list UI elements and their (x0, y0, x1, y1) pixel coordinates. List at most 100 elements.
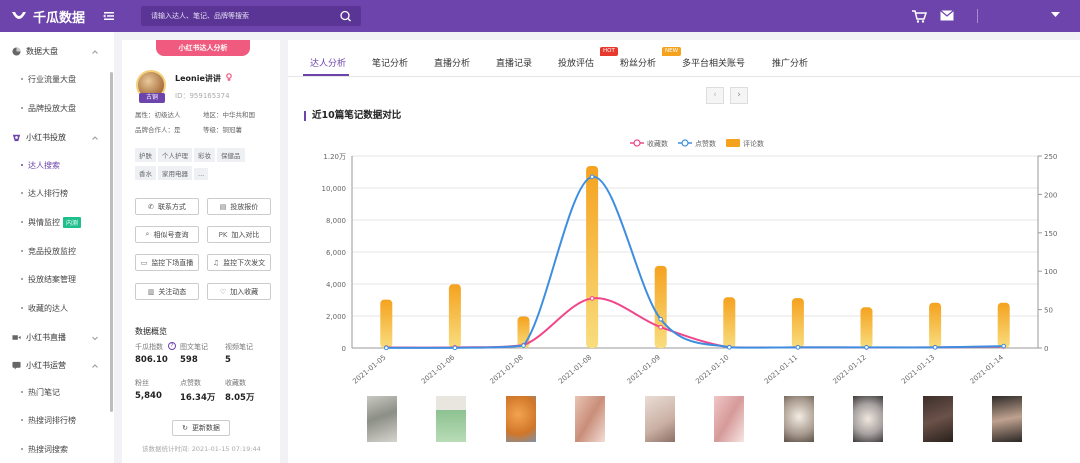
chevron-down-icon[interactable] (92, 335, 98, 341)
y-left-tick-label: 10,000 (322, 185, 347, 193)
x-tick-label: 2021-01-08 (557, 353, 593, 385)
sidebar-item-hot-keyword-search[interactable]: 热搜词搜索 (21, 444, 68, 455)
tab-live-records[interactable]: 直播记录 (496, 56, 532, 69)
sidebar-group-xhs-placement[interactable]: 小红书投放 (12, 132, 66, 143)
mail-icon[interactable] (940, 10, 954, 21)
tag-label: 小红书达人分析 (178, 44, 228, 52)
button-label: 加入对比 (231, 230, 260, 239)
tab-multi-platform[interactable]: 多平台相关账号 (682, 56, 745, 69)
y-right-tick-label: 0 (1044, 345, 1048, 353)
talent-attr: 属性：初级达人 (135, 111, 181, 119)
app-logo[interactable]: 千瓜数据 (10, 7, 85, 26)
line-point (384, 345, 389, 351)
sidebar-item-brand-placement[interactable]: 品牌投放大盘 (21, 103, 76, 114)
button-label: 加入收藏 (230, 287, 259, 296)
sidebar-item-industry-traffic[interactable]: 行业流量大盘 (21, 74, 76, 85)
logo-icon (12, 11, 26, 19)
add-favorite-button[interactable]: ♡ 加入收藏 (207, 283, 271, 300)
chat-icon (12, 361, 21, 370)
sidebar-item-talent-ranking[interactable]: 达人排行榜 (21, 188, 68, 199)
sidebar-item-hot-keyword-ranking[interactable]: 热搜词排行榜 (21, 415, 76, 426)
help-icon[interactable]: ? (168, 342, 176, 350)
bar-comments (997, 302, 1010, 348)
tab-promotion-analysis[interactable]: 推广分析 (772, 56, 808, 69)
global-search[interactable]: 请输入达人、笔记、品牌等搜索 (141, 6, 361, 26)
more-tags[interactable]: ... (194, 168, 209, 180)
search-input[interactable]: 请输入达人、笔记、品牌等搜索 (151, 11, 249, 21)
sidebar-item-competitor-monitor[interactable]: 竞品投放监控 (21, 246, 76, 257)
note-thumbnail[interactable] (645, 396, 675, 442)
similar-search-button[interactable]: ⌕ 相似号查询 (135, 226, 199, 243)
note-thumbnail[interactable] (714, 396, 744, 442)
chevron-up-icon[interactable] (92, 135, 98, 141)
monitor-post-button[interactable]: ♫ 监控下次发文 (207, 254, 271, 271)
stat-collects: 8.05万 (225, 393, 255, 403)
chevron-up-icon[interactable] (92, 363, 98, 369)
section-title: 近10篇笔记数据对比 (304, 111, 401, 121)
line-likes (386, 175, 1004, 349)
tab-talent-analysis[interactable]: 达人分析 (310, 56, 346, 69)
y-left-tick-label: 1.20万 (323, 153, 346, 161)
line-point (864, 345, 869, 350)
chevron-right-icon: › (737, 90, 741, 100)
y-right-tick-label: 150 (1044, 230, 1057, 238)
user-menu-chevron-icon[interactable] (1051, 12, 1060, 18)
tab-live-analysis[interactable]: 直播分析 (434, 56, 470, 69)
follow-activity-button[interactable]: ▥ 关注动态 (135, 283, 199, 300)
prev-page-button[interactable]: ‹ (706, 87, 724, 104)
note-thumbnail[interactable] (575, 396, 605, 442)
button-label: 更新数据 (191, 424, 220, 432)
monitor-live-button[interactable]: ▭ 监控下场直播 (135, 254, 199, 271)
chevron-up-icon[interactable] (92, 49, 98, 55)
note-thumbnail[interactable] (992, 396, 1022, 442)
bar-comments (380, 299, 393, 348)
add-compare-button[interactable]: PK 加入对比 (207, 226, 271, 243)
sidebar-group-label: 小红书直播 (26, 333, 66, 342)
video-icon: ▭ (140, 258, 148, 267)
note-thumbnail[interactable] (923, 396, 953, 442)
x-tick-label: 2021-01-13 (900, 353, 936, 385)
bar-comments (860, 307, 873, 348)
refresh-icon: ↻ (182, 424, 188, 432)
stat-label: 粉丝 (135, 379, 149, 387)
next-page-button[interactable]: › (730, 87, 748, 104)
note-thumbnail[interactable] (367, 396, 397, 442)
bar-comments (586, 165, 599, 348)
stat-label: 视频笔记 (225, 343, 253, 351)
chevron-left-icon: ‹ (713, 90, 717, 100)
phone-icon: ✆ (148, 202, 154, 211)
tab-placement-eval[interactable]: 投放评估 (558, 56, 594, 69)
sidebar-item-talent-search[interactable]: 达人搜索 (21, 160, 60, 171)
sidebar-group-label: 数据大盘 (26, 47, 58, 56)
sidebar-group-dashboard[interactable]: 数据大盘 (12, 46, 58, 57)
cart-icon[interactable] (911, 9, 927, 23)
note-thumbnail[interactable] (853, 396, 883, 442)
contact-button[interactable]: ✆ 联系方式 (135, 198, 199, 215)
sidebar-item-sentiment-monitor[interactable]: 舆情监控 内测 (20, 217, 82, 228)
y-right-tick-label: 50 (1044, 307, 1053, 315)
sidebar-group-xhs-live[interactable]: 小红书直播 (12, 332, 66, 343)
heart-icon: ♡ (219, 287, 227, 296)
note-thumbnail[interactable] (436, 396, 466, 442)
note-thumbnail[interactable] (506, 396, 536, 442)
refresh-data-button[interactable]: ↻ 更新数据 (172, 420, 230, 436)
sidebar-scrollbar[interactable] (110, 72, 113, 412)
tab-note-analysis[interactable]: 笔记分析 (372, 56, 408, 69)
sidebar-item-favorite-talents[interactable]: 收藏的达人 (21, 303, 68, 314)
menu-collapse-icon[interactable] (102, 9, 116, 23)
note-thumbnail[interactable] (784, 396, 814, 442)
search-icon[interactable] (331, 6, 361, 26)
category-tag: 家用电器 (158, 166, 192, 180)
talent-region: 地区：中华共和国 (203, 111, 255, 119)
bar-comments (654, 265, 667, 348)
category-tag: 护肤 (135, 148, 156, 162)
tab-fans-analysis[interactable]: 粉丝分析 (620, 56, 656, 69)
beta-badge: 内测 (63, 217, 82, 228)
sidebar-item-hot-notes[interactable]: 热门笔记 (21, 387, 60, 398)
legend-point-swatch (681, 139, 689, 147)
quote-button[interactable]: ▤ 投放报价 (207, 198, 271, 215)
sidebar-group-xhs-operation[interactable]: 小红书运营 (12, 360, 66, 371)
x-tick-label: 2021-01-06 (420, 353, 457, 386)
sidebar-item-campaign-management[interactable]: 投放结案管理 (21, 274, 76, 285)
x-tick-label: 2021-01-11 (763, 353, 799, 385)
